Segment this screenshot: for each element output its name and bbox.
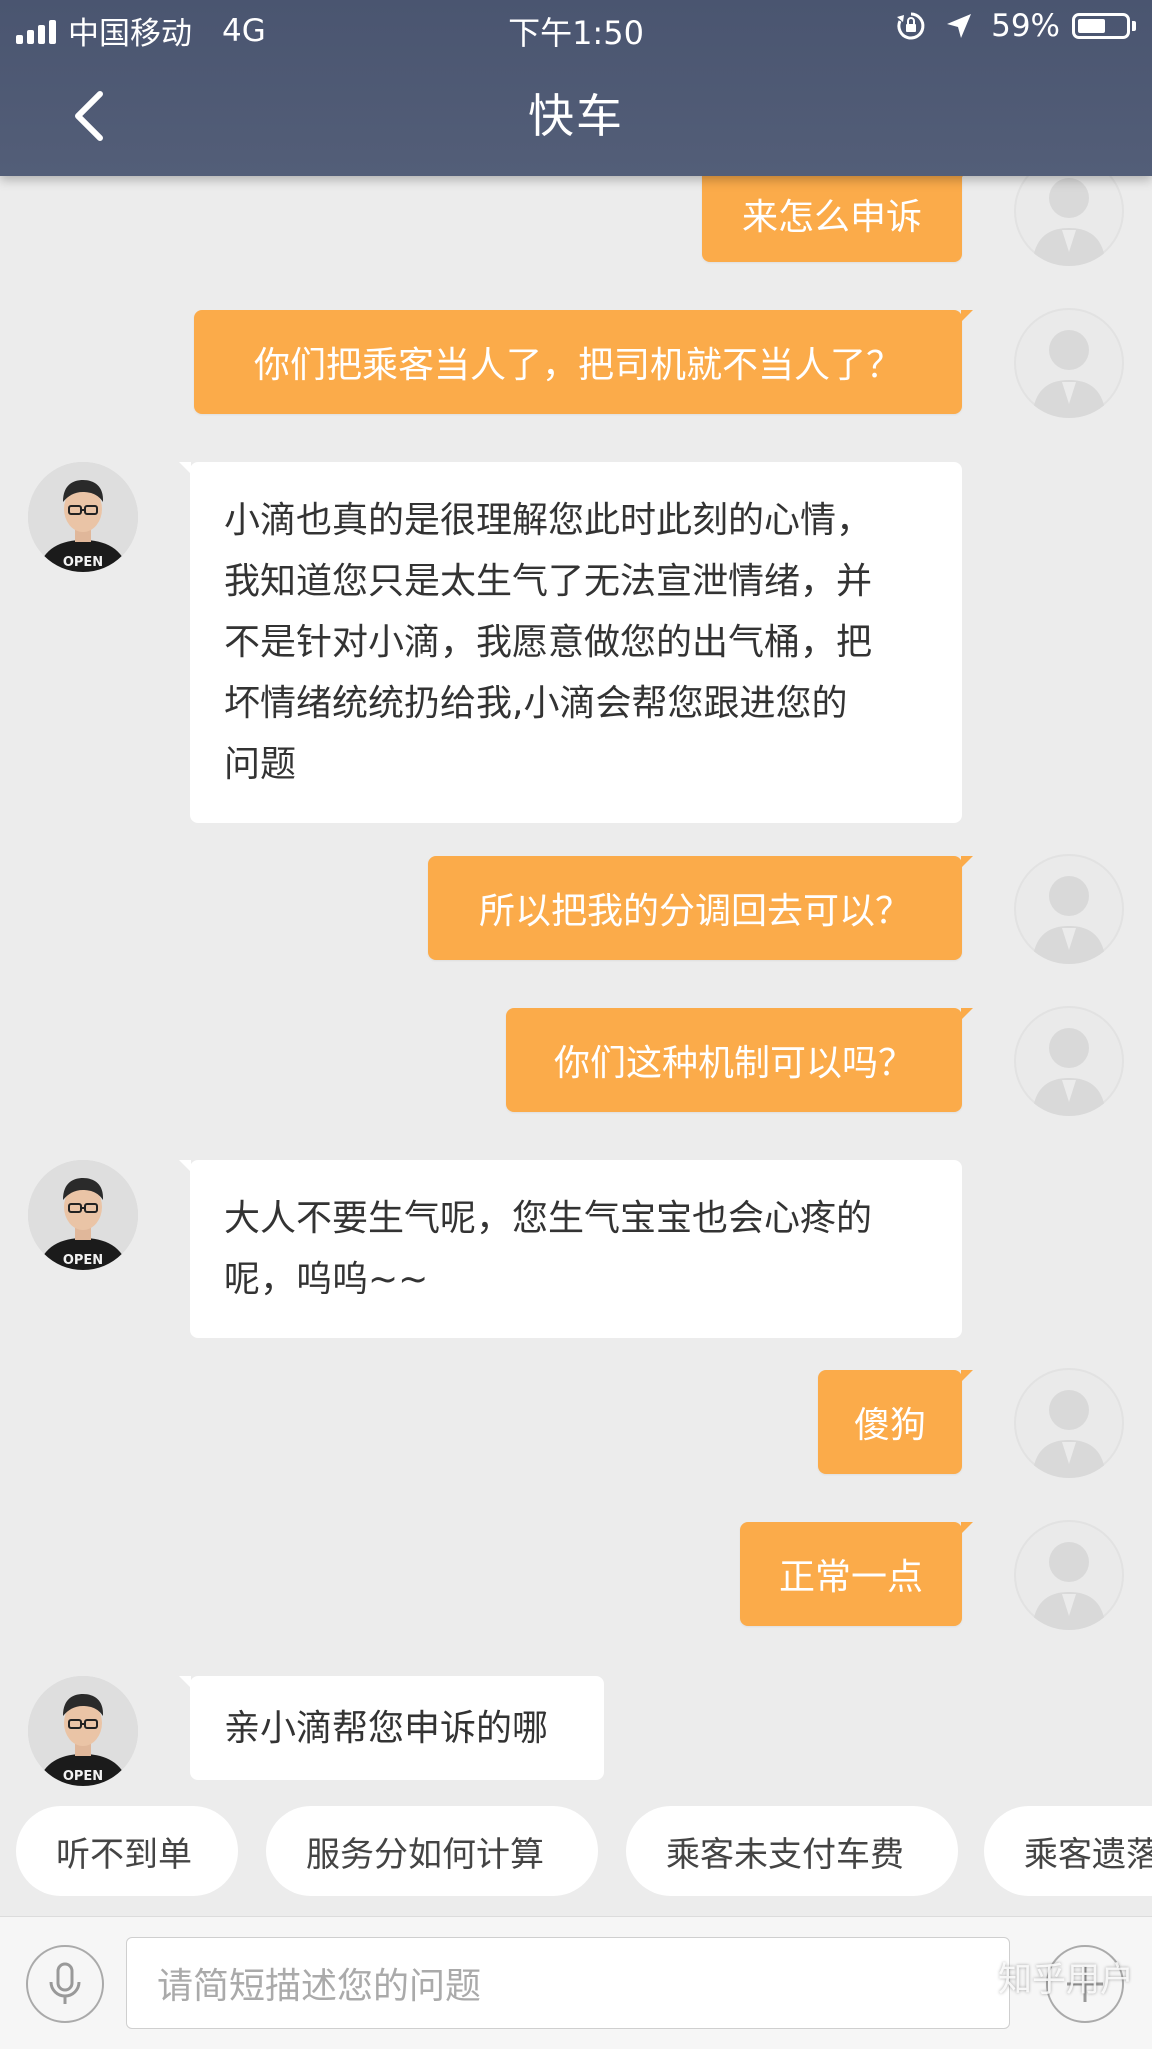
svg-text:OPEN: OPEN <box>63 1769 103 1784</box>
user-avatar[interactable] <box>1014 1520 1124 1630</box>
message-bubble[interactable]: 小滴也真的是很理解您此时此刻的心情， 我知道您只是太生气了无法宣泄情绪，并 不是… <box>179 462 962 823</box>
message-bubble[interactable]: 来怎么申诉 <box>702 166 973 262</box>
battery-icon <box>1072 13 1136 39</box>
message-line: 问题 <box>224 744 297 785</box>
message-list[interactable]: 来怎么申诉 你们把乘客当人了，把司机就不当人了？ OPEN 小滴也真的是很理解您… <box>0 0 1152 1790</box>
message-text: 来怎么申诉 <box>741 197 922 238</box>
user-avatar[interactable] <box>1014 1368 1124 1478</box>
agent-avatar[interactable]: OPEN <box>28 1160 138 1270</box>
message-line: 大人不要生气呢，您生气宝宝也会心疼的 <box>224 1198 873 1239</box>
message-input[interactable]: 请简短描述您的问题 <box>126 1937 1010 2029</box>
message-line: 坏情绪统统扔给我,小滴会帮您跟进您的 <box>224 683 848 724</box>
message-text: 傻狗 <box>853 1405 926 1446</box>
message-bubble[interactable]: 你们把乘客当人了，把司机就不当人了？ <box>194 310 973 414</box>
input-bar: 请简短描述您的问题 <box>0 1916 1152 2049</box>
quick-reply-chip[interactable]: 服务分如何计算 <box>266 1806 598 1896</box>
battery-percent: 59% <box>991 8 1060 44</box>
location-arrow-icon <box>945 12 973 40</box>
message-bubble[interactable]: 正常一点 <box>740 1522 973 1626</box>
agent-avatar[interactable]: OPEN <box>28 462 138 572</box>
quick-reply-chip[interactable]: 乘客遗落 <box>984 1806 1152 1896</box>
message-line: 呢，呜呜~~ <box>224 1259 429 1300</box>
message-bubble[interactable]: 大人不要生气呢，您生气宝宝也会心疼的 呢，呜呜~~ <box>179 1160 962 1338</box>
message-text: 你们这种机制可以吗？ <box>553 1043 914 1084</box>
orientation-lock-icon <box>895 10 927 42</box>
voice-button[interactable] <box>26 1945 104 2023</box>
user-avatar[interactable] <box>1014 308 1124 418</box>
message-line: 不是针对小滴，我愿意做您的出气桶，把 <box>224 622 873 663</box>
agent-avatar[interactable]: OPEN <box>28 1676 138 1786</box>
message-text: 正常一点 <box>778 1557 923 1598</box>
message-bubble[interactable]: 你们这种机制可以吗？ <box>506 1008 973 1112</box>
app-header: 中国移动 4G 下午1:50 59% 快车 <box>0 0 1152 176</box>
message-line: 我知道您只是太生气了无法宣泄情绪，并 <box>224 561 873 602</box>
user-avatar[interactable] <box>1014 854 1124 964</box>
message-text: 所以把我的分调回去可以？ <box>478 891 911 932</box>
user-avatar[interactable] <box>1014 1006 1124 1116</box>
svg-text:OPEN: OPEN <box>63 555 103 570</box>
message-line: 小滴也真的是很理解您此时此刻的心情， <box>224 500 873 541</box>
message-bubble[interactable]: 亲小滴帮您申诉的哪 <box>179 1676 604 1780</box>
message-line: 亲小滴帮您申诉的哪 <box>224 1707 549 1749</box>
message-bubble[interactable]: 傻狗 <box>818 1370 973 1474</box>
quick-reply-chip[interactable]: 听不到单 <box>16 1806 238 1896</box>
quick-reply-chip[interactable]: 乘客未支付车费 <box>626 1806 958 1896</box>
watermark: 知乎用户 <box>998 1960 1134 2000</box>
microphone-icon <box>49 1962 81 2004</box>
quick-reply-bar[interactable]: 听不到单 服务分如何计算 乘客未支付车费 乘客遗落 <box>0 1806 1152 1896</box>
page-title: 快车 <box>528 89 624 143</box>
message-text: 你们把乘客当人了，把司机就不当人了？ <box>253 345 902 386</box>
svg-text:OPEN: OPEN <box>63 1253 103 1268</box>
message-bubble[interactable]: 所以把我的分调回去可以？ <box>428 856 973 960</box>
status-bar: 中国移动 4G 下午1:50 59% <box>0 0 1152 56</box>
